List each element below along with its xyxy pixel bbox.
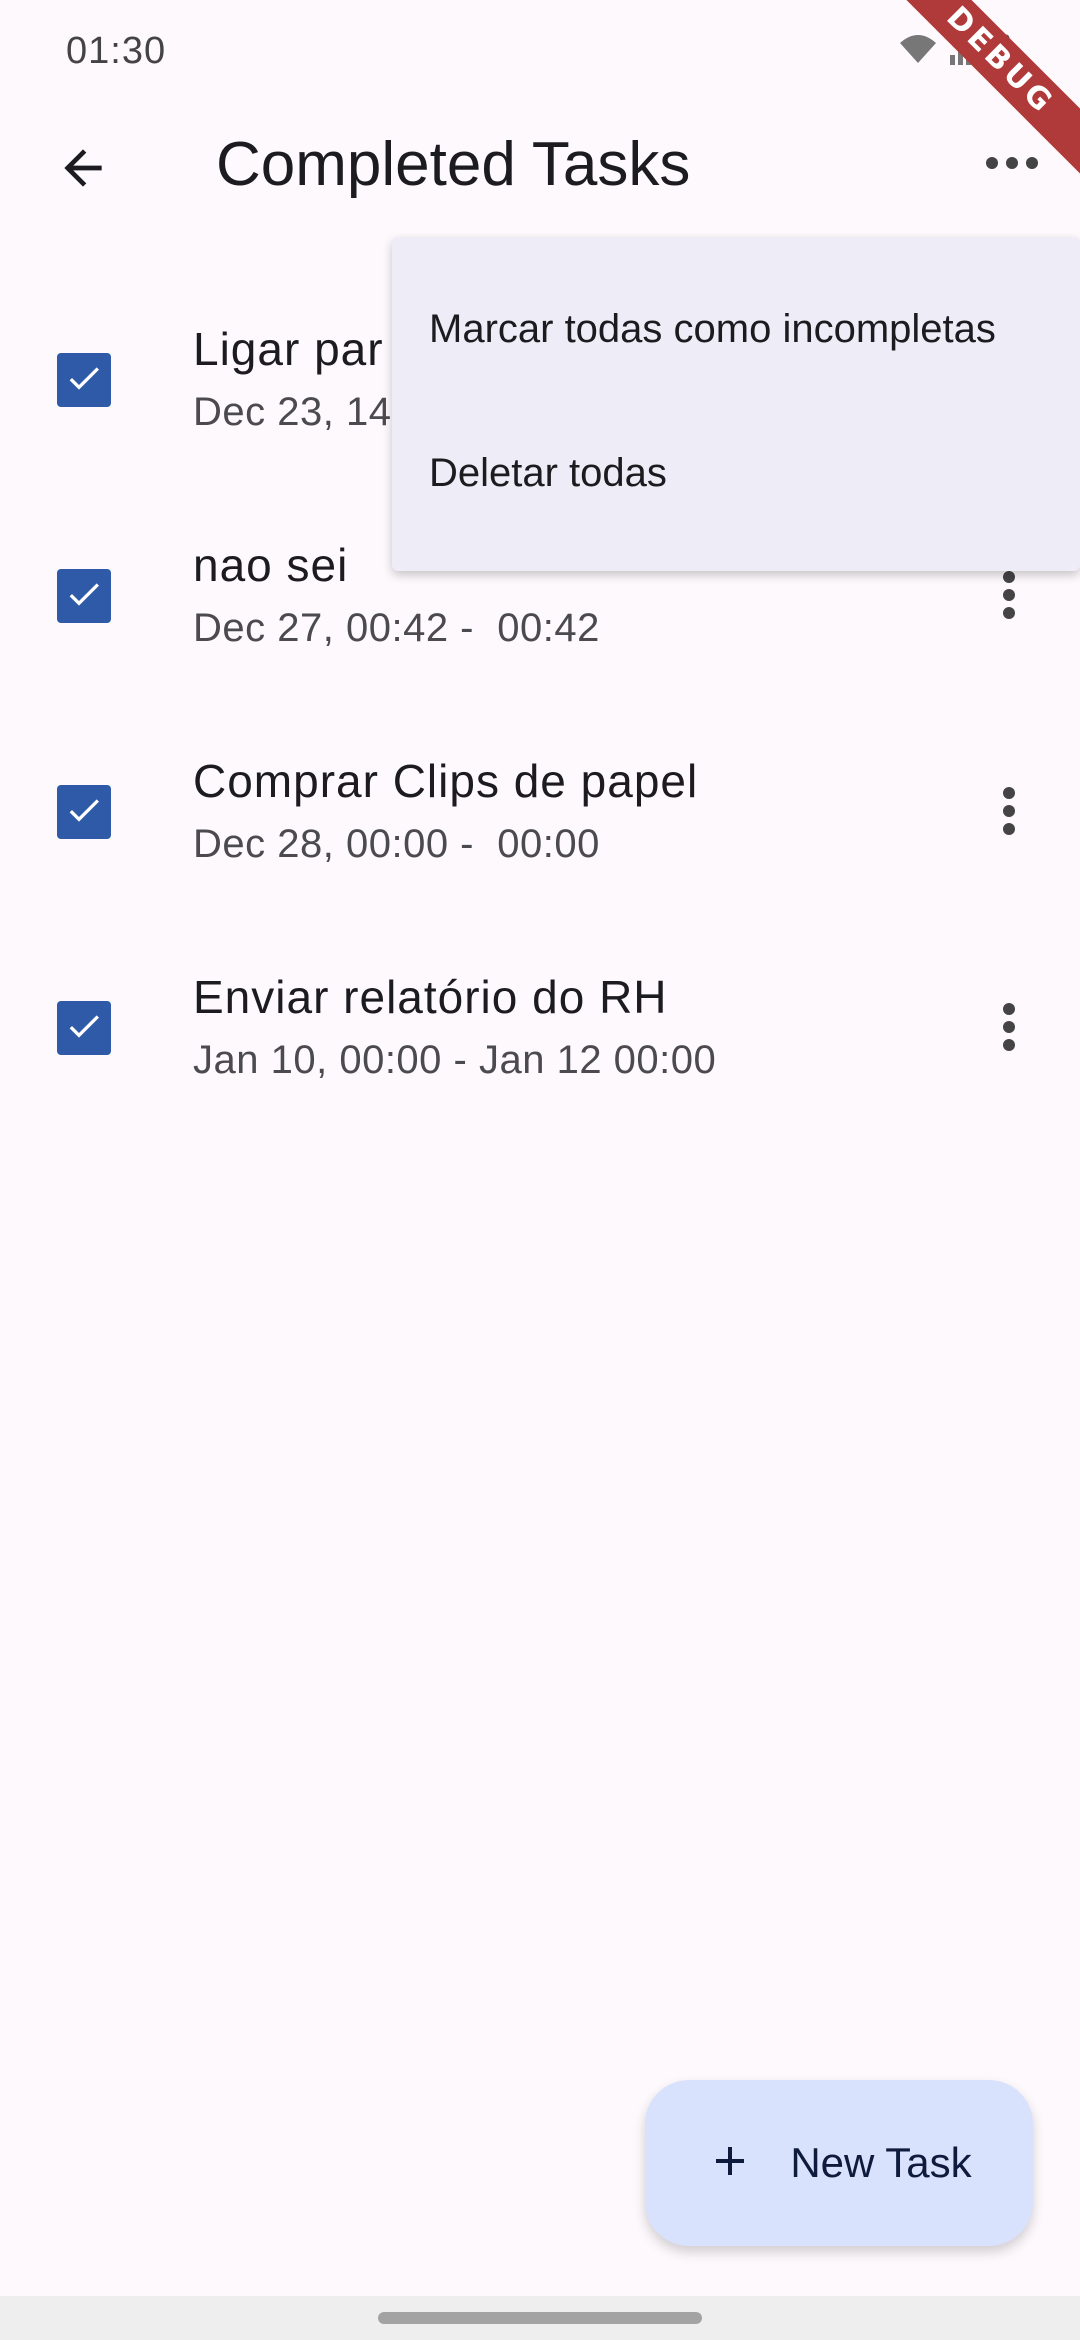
popup-menu: Marcar todas como incompletas Deletar to… bbox=[392, 237, 1080, 571]
new-task-button[interactable]: New Task bbox=[645, 2080, 1033, 2246]
menu-item-mark-all-incomplete[interactable]: Marcar todas como incompletas bbox=[429, 307, 996, 352]
more-vert-icon bbox=[1001, 570, 1017, 625]
app-bar: Completed Tasks bbox=[0, 105, 1080, 225]
task-checkbox[interactable] bbox=[57, 353, 111, 407]
task-more-button[interactable] bbox=[976, 996, 1042, 1062]
gesture-handle[interactable] bbox=[378, 2312, 702, 2324]
plus-icon bbox=[706, 2137, 754, 2190]
task-title: Enviar relatório do RH bbox=[193, 971, 668, 1023]
task-title: Comprar Clips de papel bbox=[193, 755, 699, 807]
task-item[interactable]: Enviar relatório do RH Jan 10, 00:00 - J… bbox=[0, 920, 1080, 1136]
task-checkbox[interactable] bbox=[57, 1001, 111, 1055]
overflow-menu-button[interactable] bbox=[974, 127, 1050, 203]
screen: 01:30 DEBUG Completed Tasks Ligar par De… bbox=[0, 0, 1080, 2340]
task-item[interactable]: Comprar Clips de papel Dec 28, 00:00 - 0… bbox=[0, 704, 1080, 920]
status-time: 01:30 bbox=[66, 30, 167, 72]
task-checkbox[interactable] bbox=[57, 785, 111, 839]
task-date: Dec 23, 14 bbox=[193, 390, 392, 434]
more-horiz-icon bbox=[984, 153, 1040, 178]
new-task-label: New Task bbox=[790, 2139, 972, 2186]
menu-item-delete-all[interactable]: Deletar todas bbox=[429, 451, 667, 496]
task-date: Dec 27, 00:42 - 00:42 bbox=[193, 606, 600, 650]
page-title: Completed Tasks bbox=[216, 130, 691, 199]
back-button[interactable] bbox=[40, 127, 126, 213]
more-vert-icon bbox=[1001, 786, 1017, 841]
arrow-back-icon bbox=[55, 140, 111, 201]
task-more-button[interactable] bbox=[976, 780, 1042, 846]
wifi-icon bbox=[898, 33, 938, 72]
task-title: nao sei bbox=[193, 539, 349, 591]
check-icon bbox=[64, 790, 104, 835]
task-date: Jan 10, 00:00 - Jan 12 00:00 bbox=[193, 1038, 717, 1082]
status-bar: 01:30 DEBUG bbox=[0, 0, 1080, 184]
task-date: Dec 28, 00:00 - 00:00 bbox=[193, 822, 600, 866]
task-checkbox[interactable] bbox=[57, 569, 111, 623]
check-icon bbox=[64, 358, 104, 403]
task-more-button[interactable] bbox=[976, 564, 1042, 630]
check-icon bbox=[64, 574, 104, 619]
task-title: Ligar par bbox=[193, 323, 384, 375]
more-vert-icon bbox=[1001, 1002, 1017, 1057]
check-icon bbox=[64, 1006, 104, 1051]
